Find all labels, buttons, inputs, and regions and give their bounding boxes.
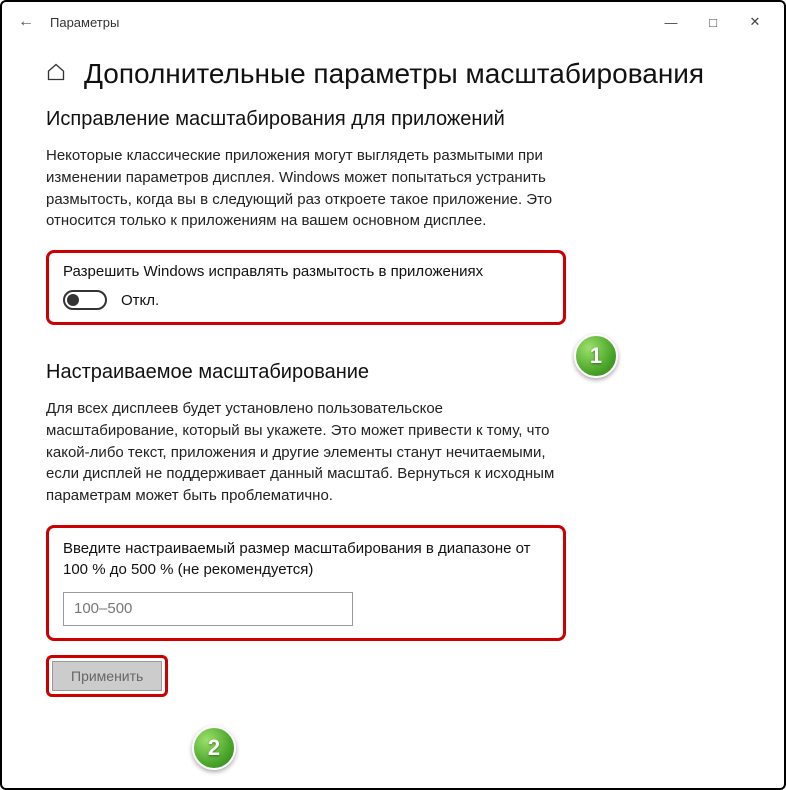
window-controls: — □ ✕ xyxy=(650,2,776,42)
page-header: Дополнительные параметры масштабирования xyxy=(46,58,740,90)
scale-field-label: Введите настраиваемый размер масштабиров… xyxy=(63,538,549,580)
section2: Настраиваемое масштабирование Для всех д… xyxy=(46,361,740,697)
section2-heading: Настраиваемое масштабирование xyxy=(46,361,740,384)
window-title: Параметры xyxy=(50,15,119,30)
highlight-box-1: Разрешить Windows исправлять размытость … xyxy=(46,250,566,325)
annotation-badge-2: 2 xyxy=(192,726,236,770)
highlight-box-3: Применить xyxy=(46,655,168,697)
toggle-row: Откл. xyxy=(63,290,549,310)
toggle-state: Откл. xyxy=(121,292,159,309)
highlight-box-2: Введите настраиваемый размер масштабиров… xyxy=(46,525,566,641)
titlebar: ← Параметры — □ ✕ xyxy=(2,2,784,42)
maximize-button[interactable]: □ xyxy=(692,7,734,37)
minimize-button[interactable]: — xyxy=(650,7,692,37)
section1-desc: Некоторые классические приложения могут … xyxy=(46,145,566,232)
section1-heading: Исправление масштабирования для приложен… xyxy=(46,108,740,131)
section2-desc: Для всех дисплеев будет установлено поль… xyxy=(46,398,566,507)
close-button[interactable]: ✕ xyxy=(734,7,776,37)
content: Дополнительные параметры масштабирования… xyxy=(2,42,784,721)
back-button[interactable]: ← xyxy=(10,13,42,31)
fix-blur-toggle[interactable] xyxy=(63,290,107,310)
apply-row: Применить xyxy=(46,655,566,697)
toggle-label: Разрешить Windows исправлять размытость … xyxy=(63,263,549,280)
page-title: Дополнительные параметры масштабирования xyxy=(84,58,704,90)
custom-scale-input[interactable] xyxy=(63,592,353,626)
apply-button[interactable]: Применить xyxy=(52,661,162,691)
home-icon[interactable] xyxy=(46,62,66,87)
annotation-badge-1: 1 xyxy=(574,334,618,378)
